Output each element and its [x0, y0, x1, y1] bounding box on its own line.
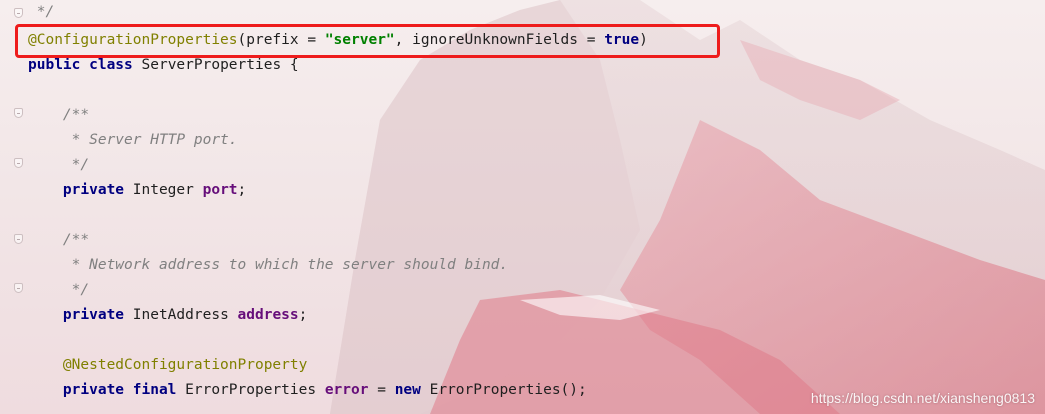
highlight-box — [15, 24, 720, 58]
code-token: ServerProperties { — [141, 57, 299, 73]
code-token: ; — [298, 307, 308, 323]
field-token: port — [202, 182, 238, 198]
keyword-token: private — [62, 307, 133, 323]
comment-token: * Network address to which the server sh… — [28, 257, 509, 273]
code-token: ErrorProperties(); — [429, 382, 587, 398]
code-line[interactable]: */ — [28, 153, 89, 178]
fold-icon[interactable] — [14, 283, 23, 293]
code-line[interactable]: private final ErrorProperties error = ne… — [28, 378, 587, 403]
comment-token: * Server HTTP port. — [28, 132, 238, 148]
editor-gutter — [0, 0, 26, 414]
code-line[interactable]: private Integer port; — [28, 178, 246, 203]
watermark-text: https://blog.csdn.net/xiansheng0813 — [810, 390, 1035, 406]
code-line[interactable]: */ — [28, 0, 54, 25]
code-line[interactable]: private InetAddress address; — [28, 303, 307, 328]
code-line[interactable]: @NestedConfigurationProperty — [28, 353, 307, 378]
field-token: address — [237, 307, 299, 323]
code-line[interactable]: * Server HTTP port. — [28, 128, 238, 153]
field-token: error — [324, 382, 369, 398]
keyword-token: private final — [62, 382, 186, 398]
code-token: Integer — [132, 182, 203, 198]
comment-token: /** — [28, 107, 90, 123]
comment-token: */ — [28, 4, 55, 20]
code-line[interactable]: /** — [28, 103, 89, 128]
fold-icon[interactable] — [14, 234, 23, 244]
comment-token: */ — [28, 282, 90, 298]
fold-icon[interactable] — [14, 108, 23, 118]
code-line[interactable]: /** — [28, 228, 89, 253]
keyword-token: private — [62, 182, 133, 198]
code-token: = — [368, 382, 395, 398]
code-line[interactable]: */ — [28, 278, 89, 303]
comment-token: */ — [28, 157, 90, 173]
keyword-token: public class — [28, 57, 142, 73]
code-token: ErrorProperties — [185, 382, 325, 398]
code-line[interactable]: * Network address to which the server sh… — [28, 253, 509, 278]
annotation-token: @NestedConfigurationProperty — [28, 357, 308, 373]
code-token: ; — [237, 182, 247, 198]
fold-icon[interactable] — [14, 8, 23, 18]
keyword-token: new — [394, 382, 430, 398]
fold-icon[interactable] — [14, 158, 23, 168]
comment-token: /** — [28, 232, 90, 248]
code-token: InetAddress — [132, 307, 238, 323]
